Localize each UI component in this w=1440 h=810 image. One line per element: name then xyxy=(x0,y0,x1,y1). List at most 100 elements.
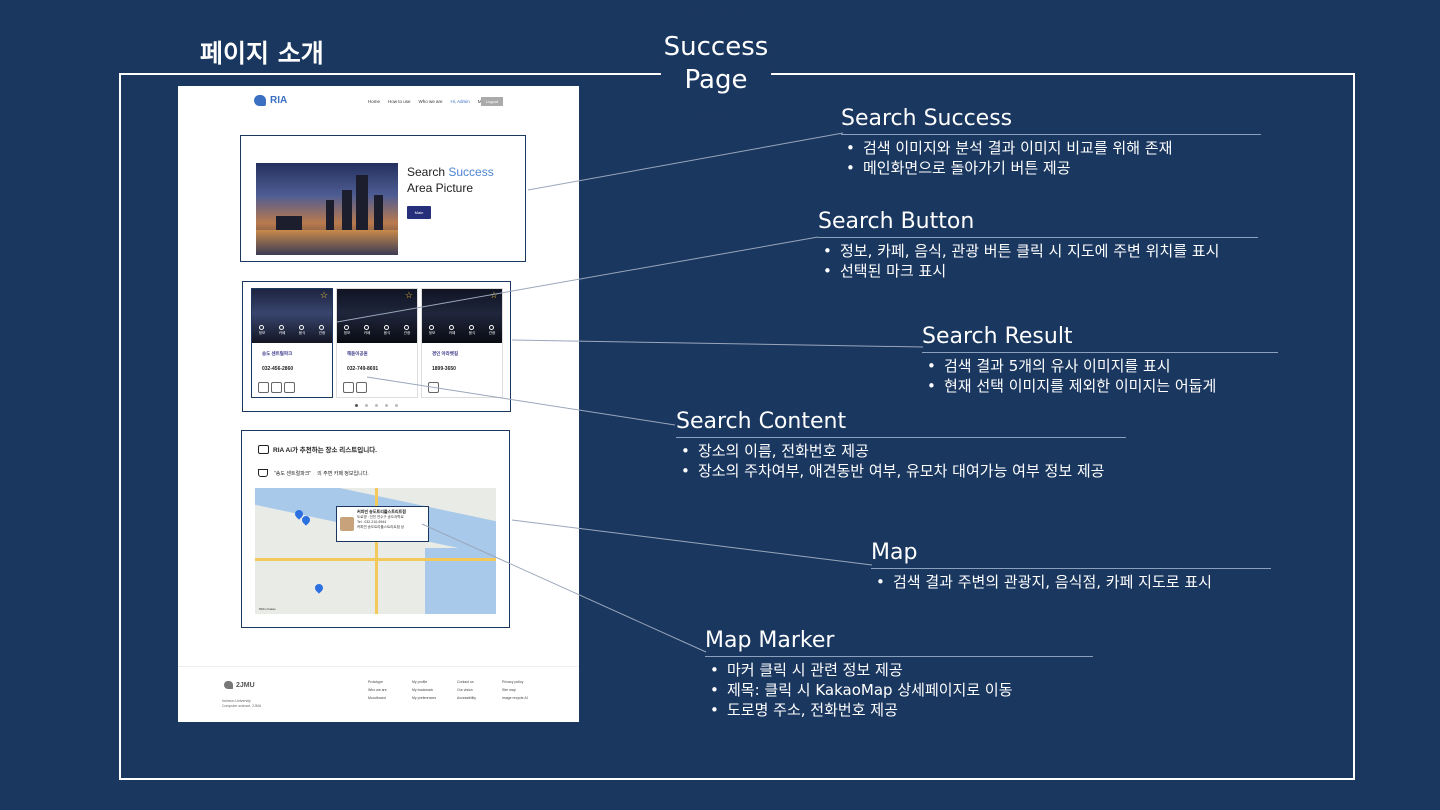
category-cafe-button[interactable]: 카페 xyxy=(279,325,285,336)
category-info-button[interactable]: 정보 xyxy=(429,325,435,336)
category-food-button[interactable]: 음식 xyxy=(299,325,305,336)
mock-nav: Home How to use Who we are Hi, Admin My … xyxy=(368,99,497,104)
footer-link[interactable]: My profile xyxy=(412,678,436,686)
annotation-search-button: Search Button 정보, 카페, 음식, 관광 버튼 클릭 시 지도에… xyxy=(818,209,1258,281)
annotation-map: Map 검색 결과 주변의 관광지, 음식점, 카페 지도로 표시 xyxy=(871,540,1271,592)
category-cafe-button[interactable]: 카페 xyxy=(449,325,455,336)
amenity-icons xyxy=(428,382,439,393)
annotation-title: Search Content xyxy=(676,409,1126,438)
hero-line2: Area Picture xyxy=(407,181,474,195)
kakao-map[interactable]: 커피빈 송도트리플스트리트점 도로명 : 인천 연수구 송도과학로 Tel : … xyxy=(255,488,496,614)
category-info-button[interactable]: 정보 xyxy=(259,325,265,336)
annotation-bullet: 제목: 클릭 시 KakaoMap 상세페이지로 이동 xyxy=(705,680,1093,700)
footer-link[interactable]: Site map xyxy=(502,686,528,694)
footer-link[interactable]: Our vision xyxy=(457,686,476,694)
parking-icon xyxy=(258,382,269,393)
annotation-search-result: Search Result 검색 결과 5개의 유사 이미지를 표시 현재 선택… xyxy=(922,324,1278,396)
main-button[interactable]: Main xyxy=(407,206,431,219)
category-buttons: 정보 카페 음식 관광 xyxy=(422,325,502,336)
search-result-section: ☆ 정보 카페 음식 관광 송도 센트럴파크 032-456-2860 ☆ 정보… xyxy=(242,281,511,412)
footer-link[interactable]: Who we are xyxy=(368,686,387,694)
footer-link[interactable]: Accessibility xyxy=(457,694,476,702)
footer-link[interactable]: Privacy policy xyxy=(502,678,528,686)
star-icon[interactable]: ☆ xyxy=(490,290,498,301)
map-marker-popup[interactable]: 커피빈 송도트리플스트리트점 도로명 : 인천 연수구 송도과학로 Tel : … xyxy=(336,506,429,542)
robot-icon xyxy=(258,444,269,454)
mock-logo[interactable]: RIA xyxy=(254,95,287,106)
mock-page: RIA Home How to use Who we are Hi, Admin… xyxy=(178,86,579,722)
pet-icon xyxy=(356,382,367,393)
star-icon[interactable]: ☆ xyxy=(320,290,328,301)
footer-link[interactable]: Moodboard xyxy=(368,694,387,702)
popup-link[interactable]: 커피빈 송도트리플스트리트점 상 xyxy=(357,525,426,530)
annotation-title: Search Result xyxy=(922,324,1278,353)
category-tour-button[interactable]: 관광 xyxy=(404,325,410,336)
logout-button[interactable]: Logout xyxy=(481,97,503,106)
mock-logo-text: RIA xyxy=(270,95,288,106)
page-badge: Success Page xyxy=(660,8,772,120)
recommend-title: RIA Ai가 추천하는 장소 리스트입니다. xyxy=(258,444,377,454)
footer-link[interactable]: image recycle AI xyxy=(502,694,528,702)
annotation-title: Map Marker xyxy=(705,628,1093,657)
annotation-bullet: 마커 클릭 시 관련 정보 제공 xyxy=(705,660,1093,680)
bird-logo-icon xyxy=(254,95,266,106)
badge-line1: Success xyxy=(663,32,769,62)
nav-who-we-are[interactable]: Who we are xyxy=(419,99,443,104)
footer-col: Prototype Who we are Moodboard xyxy=(368,678,387,702)
cup-icon xyxy=(258,469,268,477)
result-card[interactable]: ☆ 정보 카페 음식 관광 해돋이공원 032-749-8691 xyxy=(336,288,418,398)
footer-col: Contact us Our vision Accessibility xyxy=(457,678,476,702)
footer-link[interactable]: Prototype xyxy=(368,678,387,686)
amenity-icons xyxy=(343,382,367,393)
result-card[interactable]: ☆ 정보 카페 음식 관광 경인 아라뱃길 1899-3650 xyxy=(421,288,503,398)
nav-home[interactable]: Home xyxy=(368,99,380,104)
category-food-button[interactable]: 음식 xyxy=(469,325,475,336)
star-icon[interactable]: ☆ xyxy=(405,290,413,301)
annotation-title: Map xyxy=(871,540,1271,569)
annotation-bullet: 도로명 주소, 전화번호 제공 xyxy=(705,700,1093,720)
footer-link[interactable]: My preferences xyxy=(412,694,436,702)
footer-logo-text: 2JMU xyxy=(236,681,255,689)
footer-link[interactable]: Contact us xyxy=(457,678,476,686)
annotation-bullet: 정보, 카페, 음식, 관광 버튼 클릭 시 지도에 주변 위치를 표시 xyxy=(818,241,1258,261)
place-phone: 032-749-8691 xyxy=(347,366,379,372)
annotation-search-content: Search Content 장소의 이름, 전화번호 제공 장소의 주차여부,… xyxy=(676,409,1126,481)
annotation-map-marker: Map Marker 마커 클릭 시 관련 정보 제공 제목: 클릭 시 Kak… xyxy=(705,628,1093,720)
mock-footer: 2JMU Incheon University Computer science… xyxy=(178,666,579,722)
category-food-button[interactable]: 음식 xyxy=(384,325,390,336)
carousel-dots[interactable] xyxy=(355,404,398,407)
place-name: 송도 센트럴파크 xyxy=(262,351,293,356)
search-success-section: Search Success Area Picture Main xyxy=(240,135,526,262)
place-phone: 1899-3650 xyxy=(432,366,456,372)
pet-icon xyxy=(271,382,282,393)
map-section: RIA Ai가 추천하는 장소 리스트입니다. "송도 센트럴파크" 의 주변 … xyxy=(241,430,510,628)
annotation-bullet: 선택된 마크 표시 xyxy=(818,261,1258,281)
result-card[interactable]: ☆ 정보 카페 음식 관광 송도 센트럴파크 032-456-2860 xyxy=(251,288,333,398)
category-info-button[interactable]: 정보 xyxy=(344,325,350,336)
annotation-title: Search Button xyxy=(818,209,1258,238)
footer-link[interactable]: My bookmark xyxy=(412,686,436,694)
annotation-bullet: 검색 결과 주변의 관광지, 음식점, 카페 지도로 표시 xyxy=(871,572,1271,592)
category-buttons: 정보 카페 음식 관광 xyxy=(252,325,332,336)
annotation-bullet: 장소의 주차여부, 애견동반 여부, 유모차 대여가능 여부 정보 제공 xyxy=(676,461,1126,481)
map-marker-icon[interactable] xyxy=(313,582,325,594)
recommend-place: "송도 센트럴파크" xyxy=(274,470,312,477)
mock-header: RIA Home How to use Who we are Hi, Admin… xyxy=(178,86,579,118)
annotation-bullet: 장소의 이름, 전화번호 제공 xyxy=(676,441,1126,461)
popup-image xyxy=(340,517,354,531)
place-name: 경인 아라뱃길 xyxy=(432,351,459,356)
category-tour-button[interactable]: 관광 xyxy=(489,325,495,336)
amenity-icons xyxy=(258,382,295,393)
footer-sub: Incheon University Computer science, 2JM… xyxy=(222,699,261,709)
map-scale: 500m Kakao xyxy=(259,607,276,611)
recommend-title-text: RIA Ai가 추천하는 장소 리스트입니다. xyxy=(273,447,377,454)
hero-heading: Search Success Area Picture xyxy=(407,164,494,196)
nav-how-to-use[interactable]: How to use xyxy=(388,99,411,104)
annotation-search-success: Search Success 검색 이미지와 분석 결과 이미지 비교를 위해 … xyxy=(841,106,1261,178)
category-tour-button[interactable]: 관광 xyxy=(319,325,325,336)
footer-logo: 2JMU xyxy=(224,681,255,689)
category-cafe-button[interactable]: 카페 xyxy=(364,325,370,336)
place-phone: 032-456-2860 xyxy=(262,366,294,372)
nav-user[interactable]: Hi, Admin xyxy=(451,99,470,104)
annotation-bullet: 현재 선택 이미지를 제외한 이미지는 어둡게 xyxy=(922,376,1278,396)
